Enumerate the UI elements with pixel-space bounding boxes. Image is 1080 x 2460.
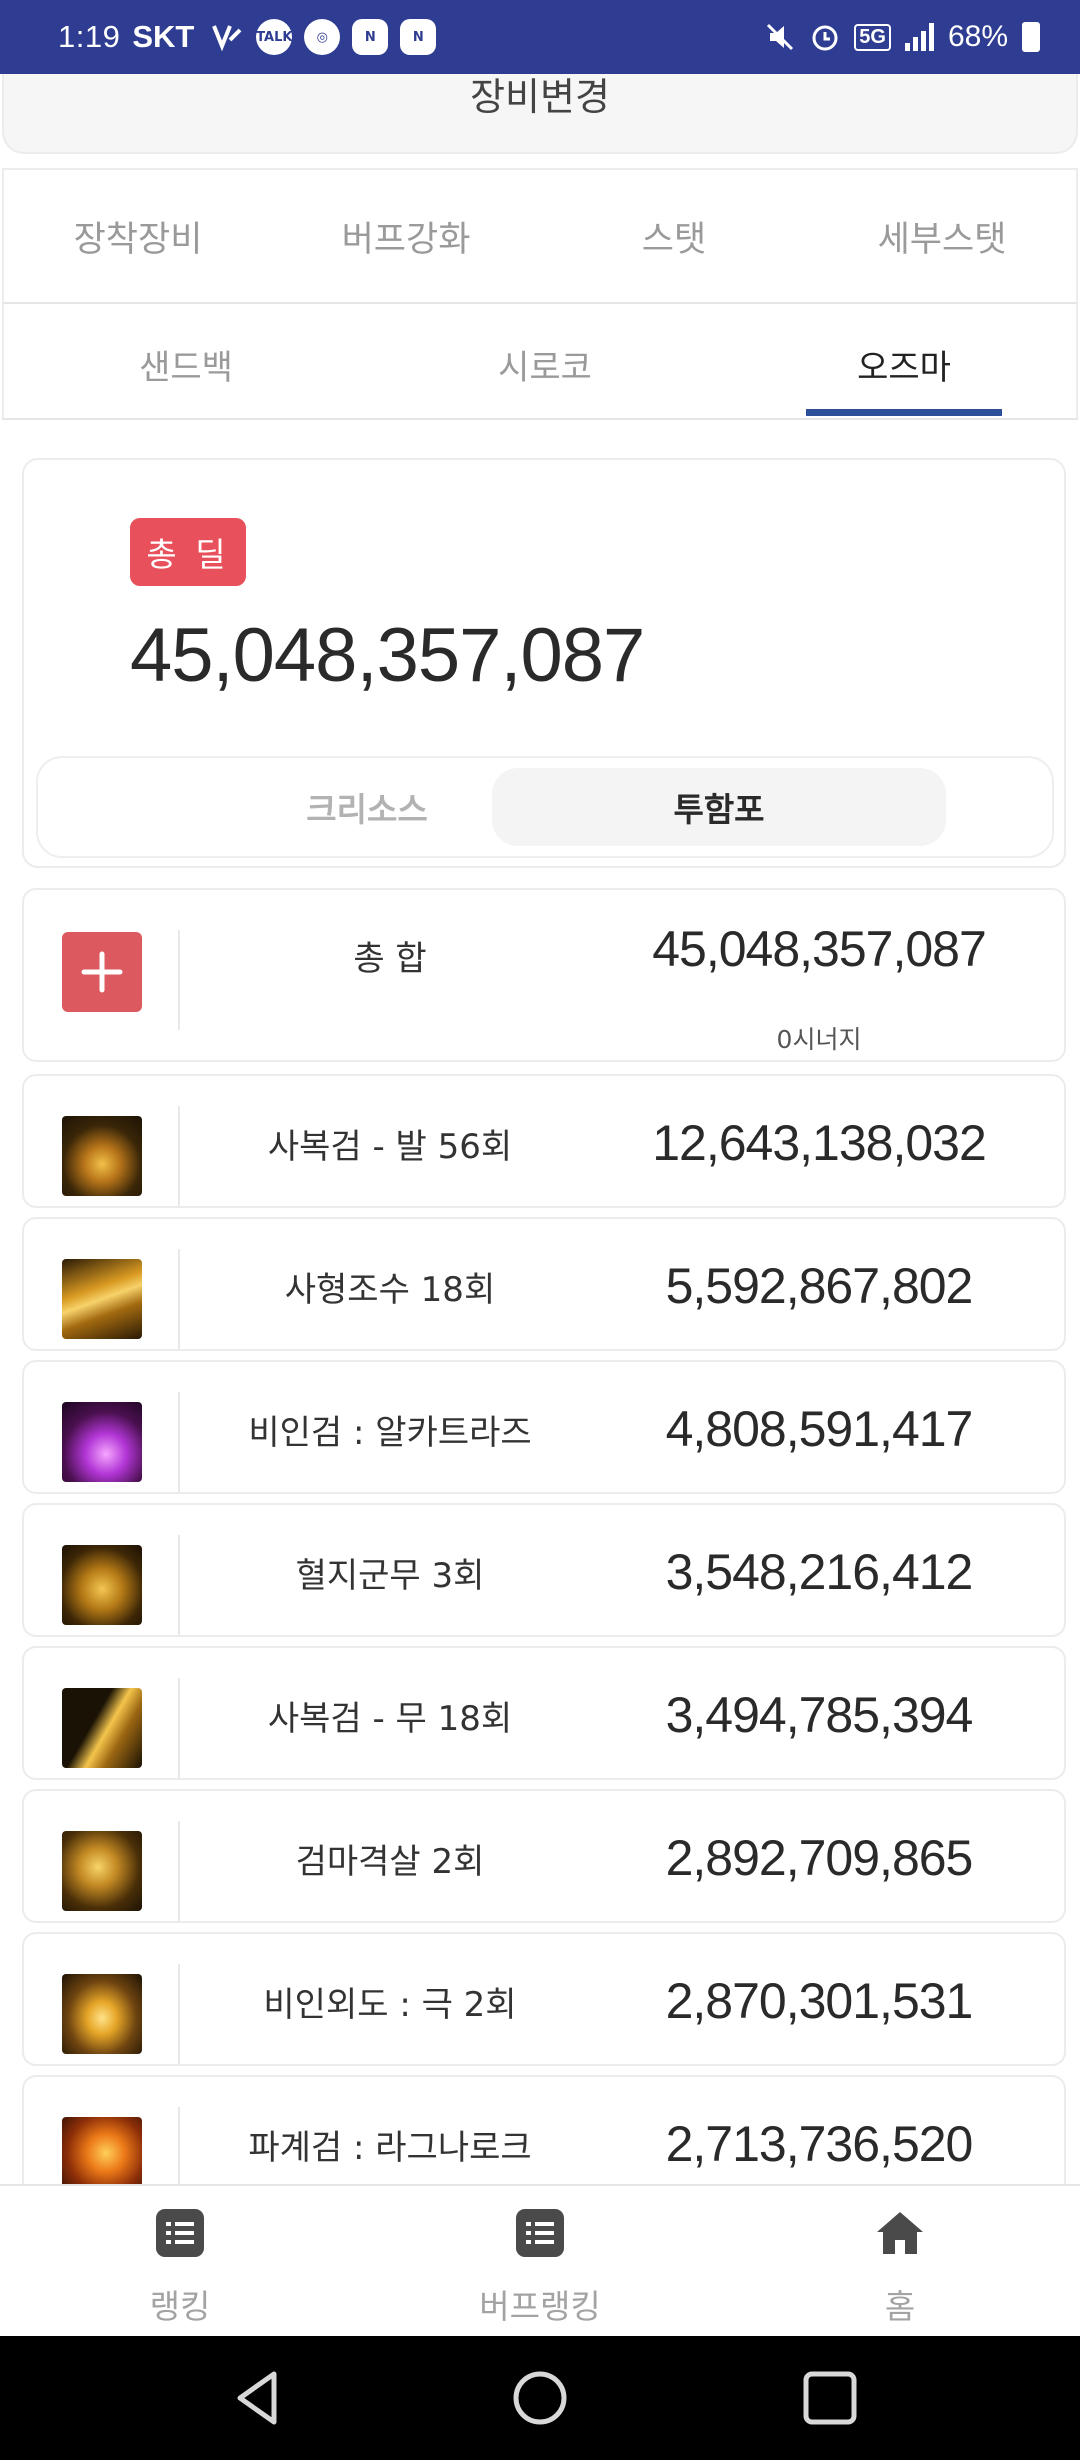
status-right: 5G 68% xyxy=(764,20,1040,54)
skill-row: 혈지군무 3회 3,548,216,412 xyxy=(22,1503,1066,1637)
list-icon xyxy=(156,2209,204,2257)
tab-sandbag[interactable]: 샌드백 xyxy=(66,340,306,389)
system-nav-bar xyxy=(0,2336,1080,2460)
skill-name: 검마격살 2회 xyxy=(295,1841,485,1882)
skill-name: 비인검 : 알카트라즈 xyxy=(248,1412,532,1453)
tab-ozma[interactable]: 오즈마 xyxy=(784,340,1024,389)
total-damage-card: 총 딜 45,048,357,087 크리소스 투함포 xyxy=(22,458,1066,868)
skill-icon xyxy=(62,1545,142,1625)
status-bar: 1:19 SKT TALK ◎ N N 5G 68% xyxy=(0,0,1080,74)
summary-row: 총 합 45,048,357,087 0시너지 xyxy=(22,888,1066,1062)
row-divider xyxy=(178,1678,180,1778)
signal-icon xyxy=(904,23,934,51)
row-divider xyxy=(178,1821,180,1921)
nav-buff-ranking[interactable]: 버프랭킹 xyxy=(410,2186,670,2338)
skill-name: 혈지군무 3회 xyxy=(295,1555,485,1596)
skill-name: 비인외도 : 극 2회 xyxy=(263,1984,517,2025)
talk-icon: TALK xyxy=(256,19,292,55)
tab-detail-stats[interactable]: 세부스탯 xyxy=(808,211,1076,262)
row-divider xyxy=(178,1964,180,2064)
naver-icon: N xyxy=(400,19,437,55)
plus-icon[interactable] xyxy=(62,932,142,1012)
synergy-label: 0시너지 xyxy=(776,1025,862,1054)
status-time: 1:19 xyxy=(58,19,121,54)
nav-ranking-label: 랭킹 xyxy=(149,2287,211,2326)
skill-row: 검마격살 2회 2,892,709,865 xyxy=(22,1789,1066,1923)
home-circle-icon[interactable] xyxy=(510,2336,570,2460)
skill-icon xyxy=(62,1402,142,1482)
vpn-icon xyxy=(212,25,242,52)
row-divider xyxy=(178,1392,180,1492)
summary-name: 총 합 xyxy=(353,938,427,979)
alarm-icon xyxy=(812,25,838,51)
header-card: 장비변경 xyxy=(2,74,1078,154)
skill-icon xyxy=(62,1259,142,1339)
row-divider xyxy=(178,1106,180,1206)
skill-damage: 2,870,301,531 xyxy=(665,1973,974,2029)
skill-row: 비인외도 : 극 2회 2,870,301,531 xyxy=(22,1932,1066,2066)
skill-icon xyxy=(62,1688,142,1768)
tab-equipment[interactable]: 장착장비 xyxy=(4,211,272,262)
row-divider xyxy=(178,930,180,1030)
skill-row: 사형조수 18회 5,592,867,802 xyxy=(22,1217,1066,1351)
list-icon xyxy=(516,2209,564,2257)
skill-damage: 3,548,216,412 xyxy=(665,1544,974,1600)
primary-tabs: 장착장비 버프강화 스탯 세부스탯 xyxy=(2,168,1078,304)
mute-icon xyxy=(767,23,794,51)
tab-stats[interactable]: 스탯 xyxy=(540,211,808,262)
skill-damage: 4,808,591,417 xyxy=(665,1401,974,1457)
skill-name: 사형조수 18회 xyxy=(284,1269,496,1310)
battery-icon xyxy=(1022,22,1040,52)
active-tab-indicator xyxy=(806,409,1002,416)
nav-home-label: 홈 xyxy=(884,2287,916,2326)
skill-row: 사복검 - 무 18회 3,494,785,394 xyxy=(22,1646,1066,1780)
skill-name: 사복검 - 무 18회 xyxy=(267,1698,513,1739)
network-label: 5G xyxy=(854,23,891,51)
app-icon: ◎ xyxy=(304,19,341,55)
mode-toggle: 크리소스 투함포 xyxy=(36,756,1054,858)
status-carrier: SKT xyxy=(132,19,195,54)
row-divider xyxy=(178,1535,180,1635)
skill-row: 비인검 : 알카트라즈 4,808,591,417 xyxy=(22,1360,1066,1494)
bottom-nav: 랭킹 버프랭킹 홈 xyxy=(0,2184,1080,2336)
skill-icon xyxy=(62,1831,142,1911)
total-damage-badge: 총 딜 xyxy=(130,518,246,586)
secondary-tabs: 샌드백 시로코 오즈마 xyxy=(2,304,1078,420)
skill-row: 사복검 - 발 56회 12,643,138,032 xyxy=(22,1074,1066,1208)
tab-sirocco[interactable]: 시로코 xyxy=(425,340,665,389)
page-title[interactable]: 장비변경 xyxy=(4,74,1076,120)
skill-damage: 2,892,709,865 xyxy=(665,1830,974,1886)
summary-value: 45,048,357,087 xyxy=(652,921,987,977)
naver-icon: N xyxy=(352,19,389,55)
row-divider xyxy=(178,1249,180,1349)
nav-buff-ranking-label: 버프랭킹 xyxy=(479,2287,601,2326)
skill-icon xyxy=(62,1116,142,1196)
skill-damage: 3,494,785,394 xyxy=(665,1687,974,1743)
skill-damage: 12,643,138,032 xyxy=(652,1115,987,1171)
total-damage-value: 45,048,357,087 xyxy=(130,613,645,698)
back-icon[interactable] xyxy=(226,2336,286,2460)
skill-name: 사복검 - 발 56회 xyxy=(267,1126,513,1167)
skill-icon xyxy=(62,1974,142,2054)
home-icon xyxy=(877,2212,923,2254)
nav-ranking[interactable]: 랭킹 xyxy=(50,2186,310,2338)
recents-icon[interactable] xyxy=(800,2336,860,2460)
toggle-option-tuhampo[interactable]: 투함포 xyxy=(492,768,946,846)
battery-percent: 68% xyxy=(947,20,1008,53)
skill-damage: 5,592,867,802 xyxy=(665,1258,974,1314)
notification-icons: TALK ◎ N N xyxy=(210,19,437,55)
nav-home[interactable]: 홈 xyxy=(770,2186,1030,2338)
tab-buff[interactable]: 버프강화 xyxy=(272,211,540,262)
